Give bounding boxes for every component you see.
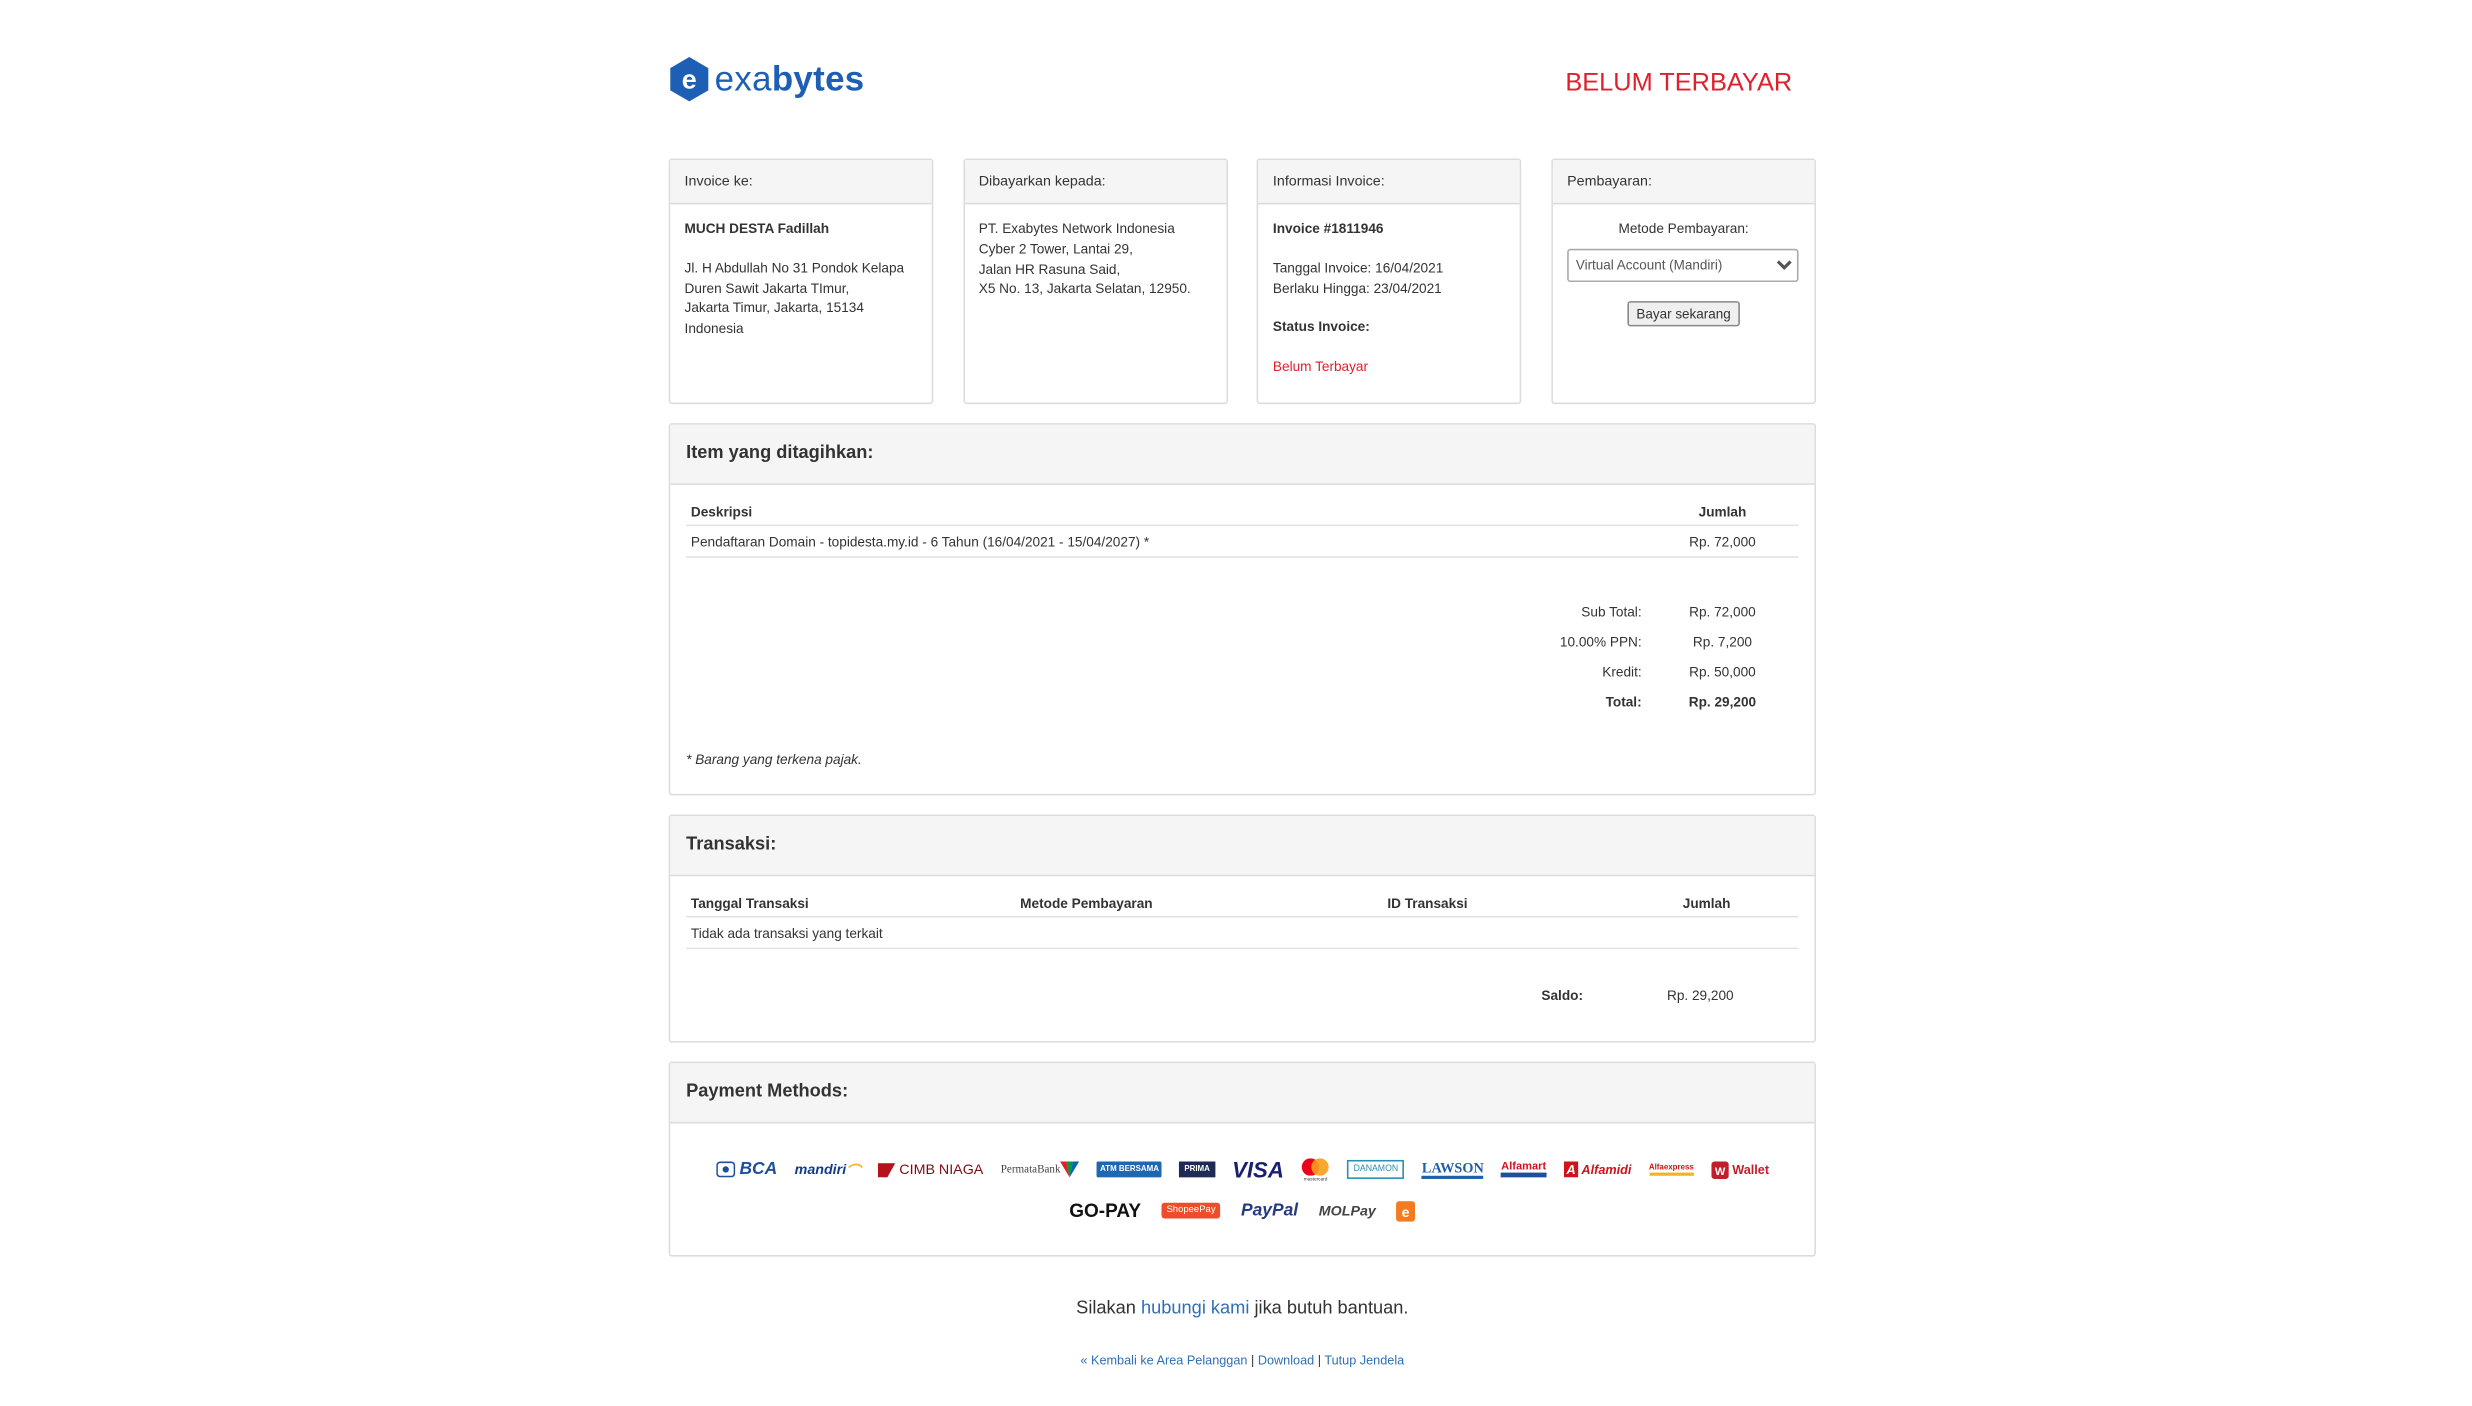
tax-note: * Barang yang terkena pajak. <box>686 751 862 767</box>
cimb-niaga-logo: CIMB NIAGA <box>877 1162 983 1177</box>
col-transaction-id: ID Transaksi <box>1382 876 1615 918</box>
help-text: Silakan hubungi kami jika butuh bantuan. <box>1076 1299 1409 1319</box>
no-transactions-text: Tidak ada transaksi yang terkait <box>686 916 1799 950</box>
pay-to-line: X5 No. 13, Jakarta Selatan, 12950. <box>978 281 1191 297</box>
logo-wordmark: exabytes <box>714 58 865 99</box>
shopeepay-logo: ShopeePay <box>1161 1202 1221 1219</box>
back-to-client-area-link[interactable]: « Kembali ke Area Pelanggan <box>1080 1353 1247 1367</box>
billed-items-panel: Item yang ditagihkan: Deskripsi Jumlah P… <box>668 423 1816 796</box>
subtotal-label: Sub Total: <box>1581 602 1642 619</box>
address-line: Indonesia <box>684 320 744 337</box>
pay-to-box: Dibayarkan kepada: PT. Exabytes Network … <box>962 158 1228 405</box>
permata-bank-logo: PermataBank <box>1001 1160 1080 1178</box>
col-transaction-date: Tanggal Transaksi <box>686 876 1016 918</box>
balance-label: Saldo: <box>1541 986 1584 1003</box>
payment-logos: BCA mandiri ⌒ CIMB NIAGA PermataBank ATM … <box>670 1123 1814 1255</box>
transactions-panel: Transaksi: Tanggal Transaksi Metode Pemb… <box>668 814 1816 1043</box>
totals-table: Sub Total: Rp. 72,000 10.00% PPN: Rp. 7,20… <box>686 596 1798 716</box>
credit-label: Kredit: <box>1602 663 1642 680</box>
table-row: Tidak ada transaksi yang terkait <box>686 916 1799 950</box>
pay-to-line: Jalan HR Rasuna Said, <box>978 260 1121 277</box>
invoice-status-value: Belum Terbayar <box>1272 358 1369 375</box>
svg-text:e: e <box>1402 1204 1410 1220</box>
payment-method-label: Metode Pembayaran: <box>1618 220 1749 237</box>
invoice-status-heading: BELUM TERBAYAR <box>1565 69 1793 97</box>
total-label: Total: <box>1605 693 1642 710</box>
total-value: Rp. 29,200 <box>1688 693 1757 710</box>
payment-method-select[interactable]: Virtual Account (Mandiri) <box>1567 248 1800 282</box>
address-line: Duren Sawit Jakarta TImur, <box>684 279 850 296</box>
invoice-info-title: Informasi Invoice: <box>1258 160 1521 205</box>
invoice-date: Tanggal Invoice: 16/04/2021 <box>1272 259 1444 276</box>
svg-text:e: e <box>682 65 697 95</box>
col-transaction-amount: Jumlah <box>1614 876 1799 918</box>
item-description: Pendaftaran Domain - topidesta.my.id - 6… <box>686 525 1647 558</box>
invoice-info-box: Informasi Invoice: Invoice #1811946 Tang… <box>1257 158 1522 405</box>
mandiri-logo: mandiri ⌒ <box>794 1161 861 1179</box>
balance-table: Saldo: Rp. 29,200 <box>686 979 1798 1009</box>
invoice-status-label: Status Invoice: <box>1272 319 1370 335</box>
mastercard-logo: mastercard <box>1301 1157 1330 1181</box>
transactions-table: Tanggal Transaksi Metode Pembayaran ID T… <box>686 876 1799 950</box>
payment-box: Pembayaran: Metode Pembayaran: Virtual A… <box>1551 158 1816 405</box>
invoice-to-box: Invoice ke: MUCH DESTA Fadillah Jl. H Ab… <box>668 158 934 405</box>
tax-value: Rp. 7,200 <box>1692 633 1752 649</box>
address-line: Jl. H Abdullah No 31 Pondok Kelapa <box>684 259 905 276</box>
transactions-title: Transaksi: <box>670 816 1815 877</box>
payment-title: Pembayaran: <box>1552 160 1815 205</box>
footer-links: « Kembali ke Area Pelanggan | Download |… <box>1080 1353 1405 1368</box>
paypal-logo: PayPal <box>1240 1201 1299 1221</box>
item-amount: Rp. 72,000 <box>1646 525 1799 558</box>
svg-text:A: A <box>1565 1163 1575 1177</box>
alfaexpress-logo: Alfaexpress <box>1648 1163 1694 1176</box>
credit-value: Rp. 50,000 <box>1689 663 1756 680</box>
subtotal-value: Rp. 72,000 <box>1689 602 1756 619</box>
payment-methods-title: Payment Methods: <box>670 1063 1815 1124</box>
col-description: Deskripsi <box>686 484 1647 527</box>
contact-us-link[interactable]: hubungi kami <box>1141 1299 1249 1318</box>
address-line: Jakarta Timur, Jakarta, 15134 <box>684 300 864 316</box>
col-payment-method: Metode Pembayaran <box>1015 876 1383 918</box>
gopay-logo: GO-PAY <box>1069 1199 1142 1222</box>
wallet-logo: W Wallet <box>1711 1160 1769 1179</box>
exabytes-logo[interactable]: e exabytes <box>669 55 865 103</box>
logo-hexagon-icon: e <box>670 57 709 102</box>
tax-label: 10.00% PPN: <box>1559 633 1642 649</box>
invoice-number: Invoice #1811946 <box>1272 220 1384 237</box>
table-row: Pendaftaran Domain - topidesta.my.id - 6… <box>686 525 1799 558</box>
download-link[interactable]: Download <box>1258 1353 1314 1367</box>
danamon-logo: DANAMON <box>1347 1159 1405 1179</box>
molpay-logo: MOLPay <box>1318 1202 1376 1219</box>
pay-to-line: Cyber 2 Tower, Lantai 29, <box>978 240 1133 257</box>
payment-methods-panel: Payment Methods: BCA mandiri ⌒ CIMB NIAGA… <box>668 1061 1816 1257</box>
bca-logo: BCA <box>715 1160 777 1179</box>
pay-now-button[interactable]: Bayar sekarang <box>1626 300 1741 327</box>
close-window-link[interactable]: Tutup Jendela <box>1324 1353 1404 1367</box>
visa-logo: VISA <box>1232 1156 1284 1183</box>
lawson-logo: LAWSON <box>1421 1160 1484 1179</box>
customer-name: MUCH DESTA Fadillah <box>684 220 830 237</box>
atm-bersama-logo: ATM BERSAMA <box>1096 1161 1163 1178</box>
svg-text:W: W <box>1715 1165 1726 1177</box>
balance-value: Rp. 29,200 <box>1666 986 1734 1003</box>
alfamidi-logo: A Alfamidi <box>1563 1161 1631 1178</box>
page-header: e exabytes BELUM TERBAYAR <box>669 0 1816 158</box>
alfamart-logo: Alfamart <box>1501 1162 1547 1178</box>
invoice-to-title: Invoice ke: <box>670 160 932 205</box>
pay-to-line: PT. Exabytes Network Indonesia <box>978 220 1175 237</box>
prima-logo: PRIMA <box>1179 1161 1215 1178</box>
invoice-due-date: Berlaku Hingga: 23/04/2021 <box>1272 279 1442 296</box>
exabytes-pay-logo: e <box>1396 1200 1416 1221</box>
pay-to-title: Dibayarkan kepada: <box>964 160 1226 205</box>
billed-items-title: Item yang ditagihkan: <box>670 424 1815 485</box>
col-amount: Jumlah <box>1646 484 1799 527</box>
items-table: Deskripsi Jumlah Pendaftaran Domain - to… <box>686 484 1799 558</box>
